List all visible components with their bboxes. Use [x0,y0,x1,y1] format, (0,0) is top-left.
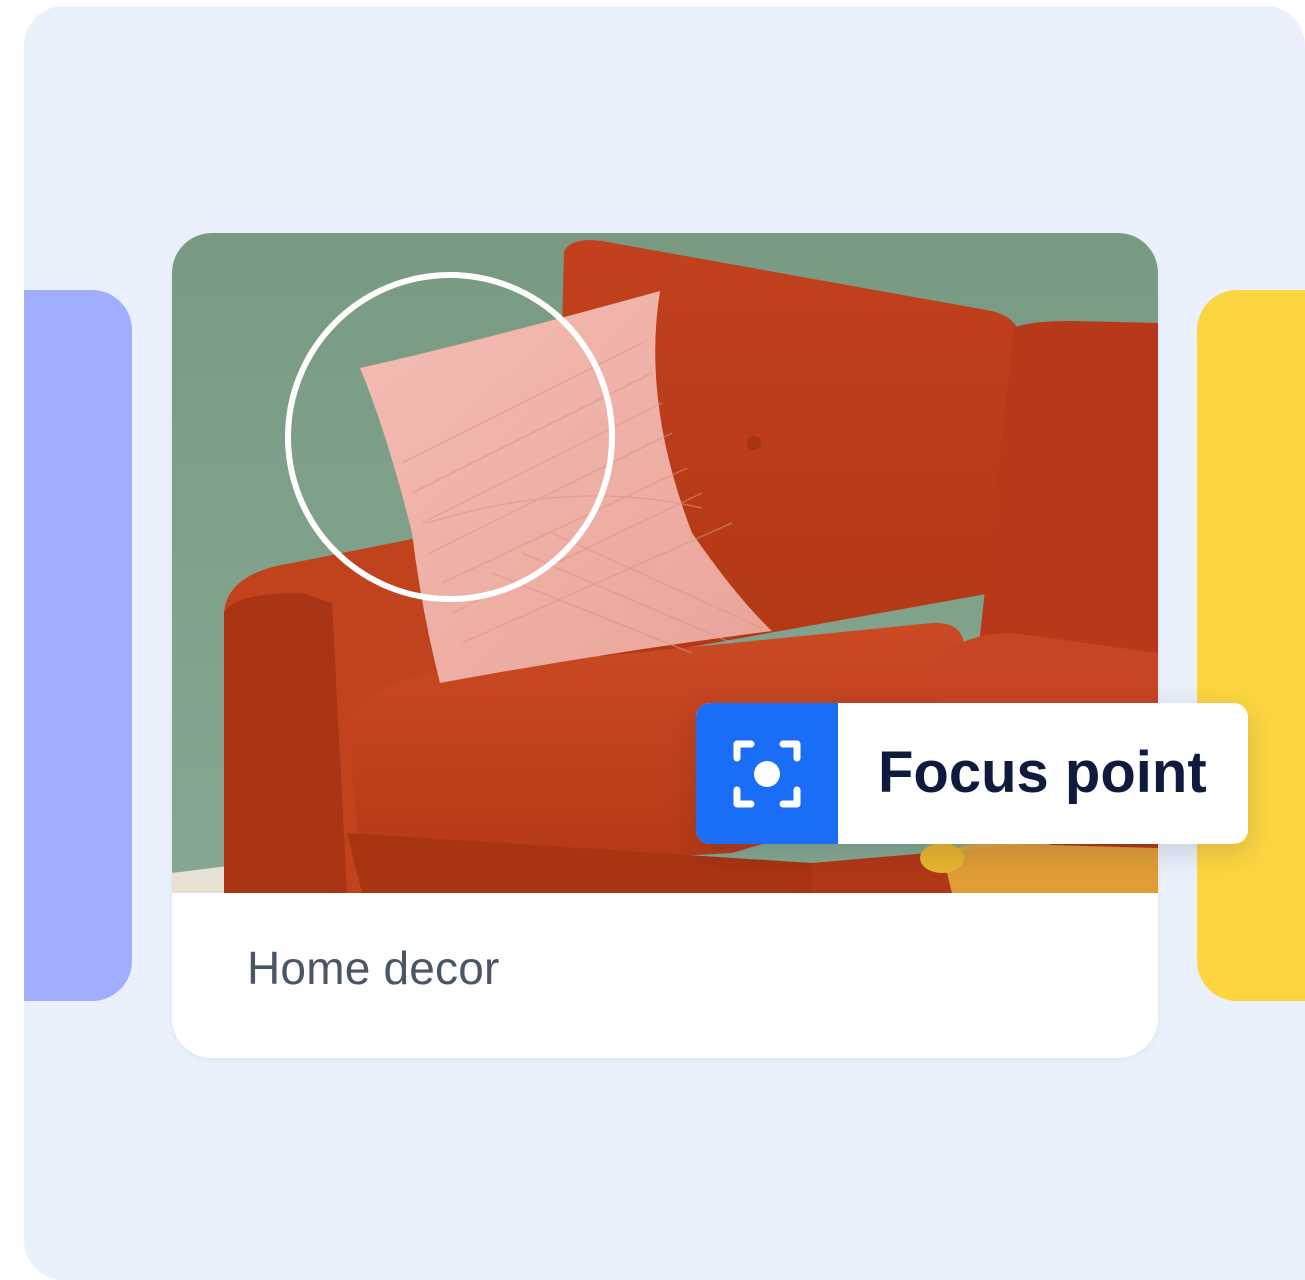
carousel-card-previous[interactable] [24,290,132,1001]
carousel-card-next[interactable] [1197,290,1305,1001]
focus-point-icon [733,740,801,808]
canvas-background: Home decor [24,6,1305,1280]
focus-point-chip[interactable]: Focus point [696,703,1248,844]
focus-point-icon-box [696,703,838,844]
product-card[interactable]: Home decor [172,233,1158,1058]
card-caption: Home decor [247,942,500,994]
focus-point-label: Focus point [878,740,1207,805]
